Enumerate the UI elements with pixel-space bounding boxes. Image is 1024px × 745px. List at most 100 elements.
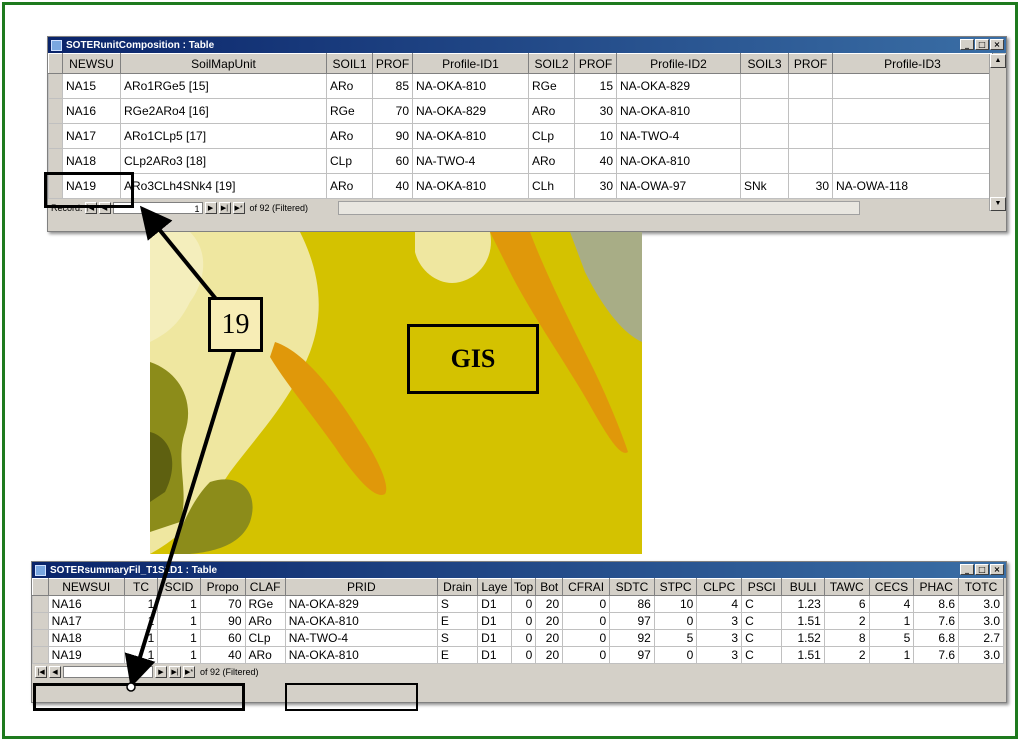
table-cell[interactable]: RGe <box>244 595 286 613</box>
table-cell[interactable]: 60 <box>372 148 413 174</box>
minimize-button[interactable]: _ <box>960 564 974 575</box>
table-cell[interactable]: 0 <box>653 646 698 664</box>
table-cell[interactable]: 30 <box>788 173 833 199</box>
table-cell[interactable]: 0 <box>510 646 537 664</box>
table-cell[interactable] <box>740 98 789 124</box>
minimize-button[interactable]: _ <box>960 39 974 50</box>
table-cell[interactable] <box>832 123 993 149</box>
table-cell[interactable]: 20 <box>535 595 564 613</box>
table-cell[interactable]: ARo <box>326 123 373 149</box>
table-cell[interactable]: NA-OKA-829 <box>412 98 529 124</box>
table-cell[interactable]: 97 <box>609 612 655 630</box>
table-cell[interactable] <box>832 148 993 174</box>
table-row[interactable]: NA18 CLp2ARo3 [18] CLp 60 NA-TWO-4 ARo 40 NA-OK… <box>48 148 993 174</box>
table-cell[interactable] <box>740 73 789 99</box>
row-selector[interactable] <box>48 123 63 149</box>
column-header[interactable]: Laye <box>477 578 512 596</box>
row-selector[interactable] <box>32 629 49 647</box>
table-cell[interactable]: 4 <box>868 595 915 613</box>
row-selector-header[interactable] <box>32 578 49 596</box>
table-cell[interactable]: 1 <box>123 646 159 664</box>
table-cell[interactable]: 10 <box>653 595 698 613</box>
table-cell[interactable] <box>740 148 789 174</box>
column-header[interactable]: Bot <box>535 578 564 596</box>
column-header[interactable]: NEWSUI <box>47 578 125 596</box>
table-cell[interactable]: C <box>741 595 783 613</box>
table-cell[interactable]: 1 <box>868 612 915 630</box>
column-header[interactable]: CLPC <box>696 578 743 596</box>
column-header[interactable]: Drain <box>436 578 479 596</box>
column-header[interactable]: CECS <box>868 578 915 596</box>
window-title-bar[interactable]: SOTERunitComposition : Table _ □ × <box>48 37 1006 53</box>
table-row[interactable]: NA18 1 1 60 CLp NA-TWO-4 S D1 0 20 0 92 5 3 C 1.52 8 5 6.8… <box>32 629 1004 647</box>
table-cell[interactable]: 60 <box>199 629 246 647</box>
table-cell[interactable]: 1.52 <box>781 629 825 647</box>
table-cell[interactable]: 1 <box>157 612 201 630</box>
table-cell[interactable]: 40 <box>574 148 617 174</box>
row-selector[interactable] <box>48 98 63 124</box>
table-cell[interactable]: 3.0 <box>958 595 1004 613</box>
new-record-button[interactable]: ▶* <box>183 666 195 678</box>
table-cell[interactable]: NA-OKA-810 <box>412 123 529 149</box>
table-cell[interactable]: ARo <box>326 73 373 99</box>
table-cell[interactable]: 1 <box>868 646 915 664</box>
table-cell[interactable]: 7.6 <box>913 646 960 664</box>
table-cell[interactable]: 1 <box>157 595 201 613</box>
table-cell[interactable] <box>788 123 833 149</box>
table-cell[interactable]: 0 <box>510 629 537 647</box>
table-cell[interactable]: 2 <box>823 612 870 630</box>
table-cell[interactable]: 3 <box>696 646 743 664</box>
table-cell[interactable] <box>788 73 833 99</box>
table-cell[interactable]: ARo <box>326 173 373 199</box>
column-header[interactable]: Profile-ID1 <box>412 53 529 74</box>
column-header[interactable]: PSCI <box>741 578 783 596</box>
first-record-button[interactable]: |◀ <box>35 666 47 678</box>
table-cell[interactable]: 15 <box>574 73 617 99</box>
table-cell[interactable]: 5 <box>653 629 698 647</box>
table-cell[interactable]: 4 <box>696 595 743 613</box>
table-cell[interactable]: 3 <box>696 612 743 630</box>
table-cell[interactable]: 0 <box>562 612 611 630</box>
table-cell[interactable]: NA16 <box>62 98 121 124</box>
window-title-bar[interactable]: SOTERsummaryFil_T1S1D1 : Table _ □ × <box>32 562 1006 578</box>
table-cell[interactable]: D1 <box>477 595 512 613</box>
table-cell[interactable]: NA18 <box>47 629 125 647</box>
table-cell[interactable]: NA-OKA-810 <box>616 148 741 174</box>
horizontal-scrollbar[interactable] <box>338 201 861 215</box>
table-cell[interactable]: CLp <box>244 629 286 647</box>
table-cell[interactable]: C <box>741 612 783 630</box>
last-record-button[interactable]: ▶| <box>218 202 231 214</box>
table-cell[interactable]: ARo3CLh4SNk4 [19] <box>120 173 327 199</box>
table-cell[interactable] <box>788 98 833 124</box>
column-header[interactable]: PROF <box>788 53 833 74</box>
table-cell[interactable]: D1 <box>477 629 512 647</box>
table-cell[interactable]: ARo <box>244 646 286 664</box>
table-cell[interactable]: 0 <box>562 595 611 613</box>
table-cell[interactable]: 3.0 <box>958 612 1004 630</box>
table-cell[interactable]: SNk <box>740 173 789 199</box>
table-cell[interactable]: 1 <box>157 646 201 664</box>
table-cell[interactable]: D1 <box>477 646 512 664</box>
table-cell[interactable]: CLp <box>528 123 575 149</box>
column-header[interactable]: PROF <box>372 53 413 74</box>
table-cell[interactable]: 8 <box>823 629 870 647</box>
table-cell[interactable]: NA15 <box>62 73 121 99</box>
table-cell[interactable]: 6.8 <box>913 629 960 647</box>
table-cell[interactable]: NA-OKA-829 <box>616 73 741 99</box>
table-cell[interactable]: 5 <box>868 629 915 647</box>
column-header[interactable]: BULI <box>781 578 825 596</box>
table-cell[interactable]: NA-OKA-810 <box>412 73 529 99</box>
table-cell[interactable]: 20 <box>535 612 564 630</box>
next-record-button[interactable]: ▶ <box>155 666 167 678</box>
table-cell[interactable]: 2 <box>823 646 870 664</box>
table-row[interactable]: NA19 ARo3CLh4SNk4 [19] ARo 40 NA-OKA-810 CLh 3… <box>48 173 993 199</box>
table-cell[interactable]: 3 <box>696 629 743 647</box>
table-cell[interactable]: 92 <box>609 629 655 647</box>
close-button[interactable]: × <box>990 39 1004 50</box>
table-cell[interactable]: NA17 <box>62 123 121 149</box>
table-cell[interactable]: NA16 <box>47 595 125 613</box>
table-cell[interactable]: NA17 <box>47 612 125 630</box>
table-cell[interactable] <box>740 123 789 149</box>
column-header[interactable]: Profile-ID3 <box>832 53 993 74</box>
table-cell[interactable]: RGe2ARo4 [16] <box>120 98 327 124</box>
